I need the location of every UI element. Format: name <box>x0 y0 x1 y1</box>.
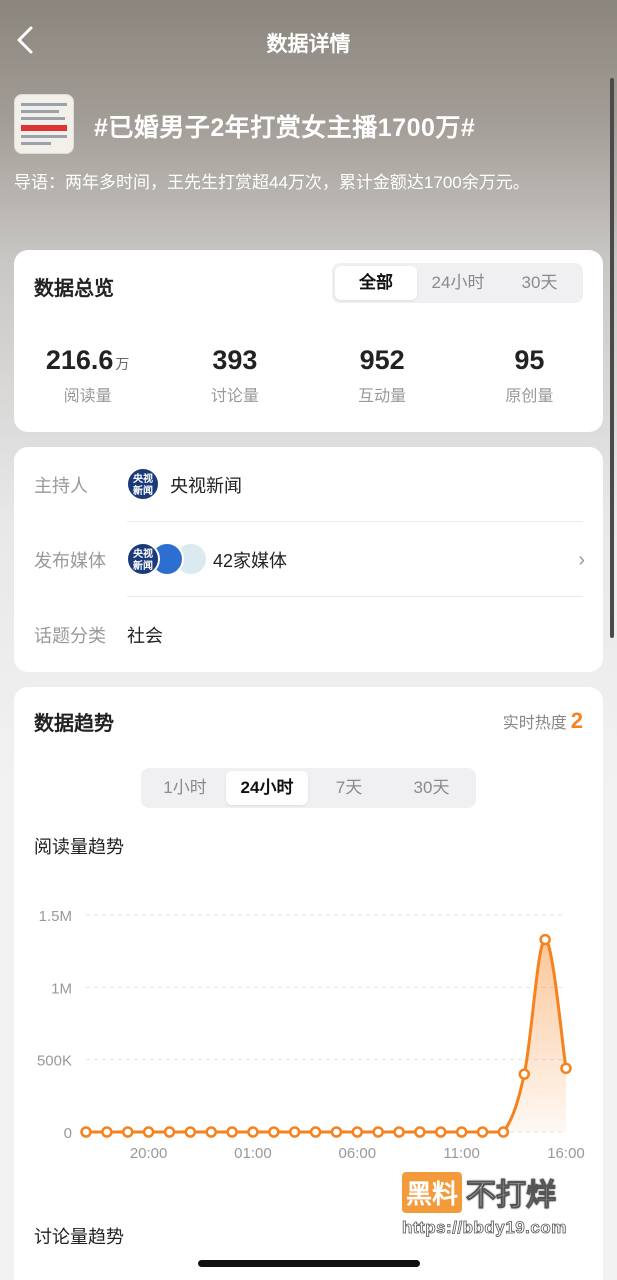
tab-24h[interactable]: 24小时 <box>226 771 308 805</box>
series-line <box>86 938 568 1134</box>
data-point <box>393 1126 405 1138</box>
scrollbar[interactable] <box>610 78 614 638</box>
x-tick-label: 11:00 <box>443 1145 479 1162</box>
data-point <box>309 1126 322 1138</box>
media-value[interactable]: 42家媒体 <box>213 547 287 573</box>
logo-text-1: 央视 <box>133 549 153 560</box>
trend-range-tabs: 1小时 24小时 7天 30天 <box>141 768 476 808</box>
page-title: 数据详情 <box>266 33 351 56</box>
stat-interaction-value: 952 <box>359 345 405 375</box>
data-point <box>184 1126 197 1138</box>
overview-stats: 216.6 万 阅读量 393 讨论量 952 互动量 95 原创量 <box>14 345 603 406</box>
stat-read-value: 216.6 <box>45 345 114 375</box>
stat-discussion-label: 讨论量 <box>210 388 259 405</box>
stat-original: 95 原创量 <box>456 345 603 406</box>
stat-read-unit: 万 <box>115 356 130 372</box>
x-tick-label: 16:00 <box>547 1145 585 1162</box>
stat-discussion-value: 393 <box>212 345 258 375</box>
heat-value: 2 <box>570 708 583 733</box>
heat-label: 实时热度 <box>502 715 567 732</box>
data-point <box>476 1126 489 1138</box>
data-point <box>455 1126 468 1138</box>
nav-bar: 数据详情 <box>0 0 617 84</box>
realtime-heat: 实时热度 2 <box>503 708 583 734</box>
stat-read-label: 阅读量 <box>63 388 112 405</box>
home-indicator[interactable] <box>198 1260 420 1267</box>
cctv-news-logo: 央视 新闻 <box>126 467 160 501</box>
media-row[interactable]: 发布媒体 央视 新闻 42家媒体 › <box>14 522 603 597</box>
data-point <box>435 1126 447 1138</box>
y-tick-label: 0 <box>64 1125 72 1142</box>
topic-thumbnail[interactable] <box>14 94 74 154</box>
data-point <box>163 1126 176 1138</box>
data-point <box>142 1126 155 1138</box>
data-point <box>268 1126 280 1138</box>
host-value[interactable]: 央视新闻 <box>170 472 242 498</box>
data-point <box>247 1126 259 1138</box>
y-tick-label: 1M <box>51 980 72 997</box>
tab-1h[interactable]: 1小时 <box>144 771 226 805</box>
x-tick-label: 06:00 <box>339 1145 377 1162</box>
category-row: 话题分类 社会 <box>14 597 603 672</box>
chevron-right-icon[interactable]: › <box>578 549 585 572</box>
tab-30d[interactable]: 30天 <box>390 771 473 805</box>
watermark-url: https://bbdy19.com <box>402 1218 567 1238</box>
data-point <box>560 1062 572 1075</box>
x-tick-label: 01:00 <box>234 1145 272 1162</box>
stat-read: 216.6 万 阅读量 <box>14 345 161 406</box>
stat-interaction: 952 互动量 <box>309 345 456 406</box>
read-trend-title: 阅读量趋势 <box>34 837 124 857</box>
data-point <box>80 1126 92 1138</box>
host-label: 主持人 <box>34 476 88 496</box>
topic-title: #已婚男子2年打赏女主播1700万# <box>94 114 476 142</box>
data-point <box>351 1126 364 1138</box>
data-point <box>414 1126 426 1138</box>
stat-discussion: 393 讨论量 <box>161 345 308 406</box>
stat-original-value: 95 <box>514 345 545 375</box>
data-point <box>121 1126 134 1138</box>
stat-original-label: 原创量 <box>505 388 554 405</box>
y-tick-label: 500K <box>37 1053 72 1070</box>
x-tick-label: 20:00 <box>130 1145 168 1162</box>
logo-text-1: 央视 <box>133 474 153 485</box>
watermark: 黑料 不打烊 https://bbdy19.com <box>402 1171 592 1244</box>
data-point <box>101 1126 113 1138</box>
media-label: 发布媒体 <box>34 551 106 571</box>
tab-24h[interactable]: 24小时 <box>417 266 499 300</box>
topic-info-card: 主持人 央视 新闻 央视新闻 发布媒体 央视 新闻 42家媒体 › 话题分类 社… <box>14 447 603 672</box>
stat-interaction-label: 互动量 <box>358 388 407 405</box>
topic-intro: 导语：两年多时间，王先生打赏超44万次，累计金额达1700余万元。 <box>14 173 530 192</box>
category-value: 社会 <box>127 626 163 646</box>
watermark-brand-box: 黑料 <box>402 1171 463 1213</box>
y-tick-label: 1.5M <box>39 908 72 925</box>
data-point <box>497 1126 510 1138</box>
logo-text-2: 新闻 <box>133 486 153 497</box>
data-point <box>330 1126 343 1138</box>
overview-card: 数据总览 全部 24小时 30天 216.6 万 阅读量 393 讨论量 952 … <box>14 250 603 432</box>
data-point <box>205 1126 217 1138</box>
watermark-brand-rest: 不打烊 <box>466 1179 557 1213</box>
data-point <box>372 1126 384 1138</box>
topic-header: #已婚男子2年打赏女主播1700万# <box>14 94 604 156</box>
media-logo-cctv: 央视 新闻 <box>126 542 160 576</box>
data-point <box>288 1126 301 1138</box>
tab-all[interactable]: 全部 <box>335 266 417 300</box>
logo-text-2: 新闻 <box>133 561 153 572</box>
tab-7d[interactable]: 7天 <box>308 771 390 805</box>
series-area <box>86 939 566 1132</box>
overview-title: 数据总览 <box>34 278 114 300</box>
discussion-trend-title: 讨论量趋势 <box>34 1227 124 1247</box>
host-row: 主持人 央视 新闻 央视新闻 <box>14 447 603 522</box>
trend-title: 数据趋势 <box>34 713 114 735</box>
overview-range-tabs: 全部 24小时 30天 <box>332 263 583 303</box>
read-trend-chart: 0 500K 1M 1.5M 20:00 01:00 06:00 11:00 16:00 <box>37 908 585 1162</box>
category-label: 话题分类 <box>34 626 106 646</box>
data-point <box>226 1126 238 1138</box>
data-point <box>518 1068 531 1080</box>
data-point <box>539 933 551 946</box>
tab-30d[interactable]: 30天 <box>499 266 580 300</box>
